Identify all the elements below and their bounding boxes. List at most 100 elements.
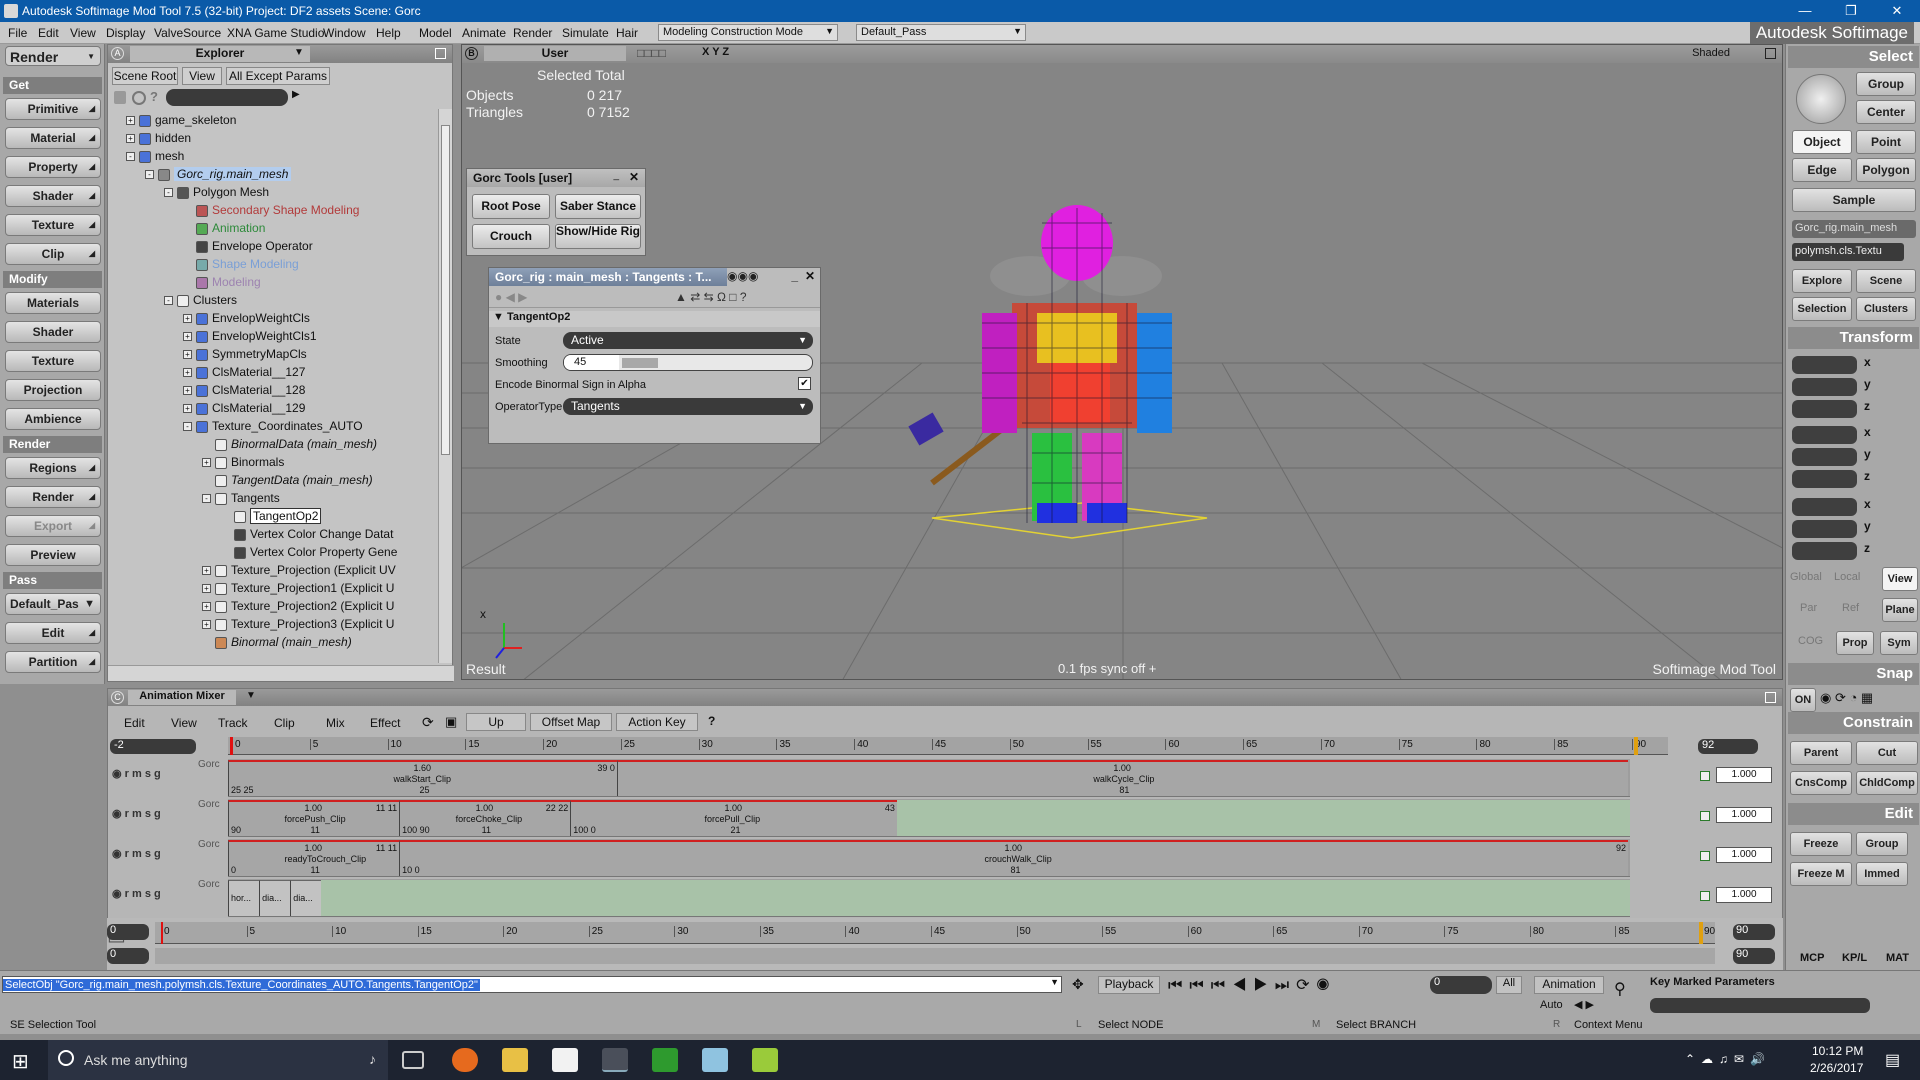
- trans-z-field[interactable]: [1792, 542, 1857, 560]
- point-select-button[interactable]: Point: [1856, 130, 1916, 154]
- plane-button[interactable]: Plane: [1882, 598, 1918, 622]
- refresh-icon[interactable]: ⟳: [422, 714, 434, 731]
- expand-icon[interactable]: +: [183, 350, 192, 360]
- freeze-m-button[interactable]: Freeze M: [1790, 862, 1852, 886]
- track-weight-checkbox[interactable]: [1700, 851, 1710, 861]
- tree-item[interactable]: Binormal (main_mesh): [202, 633, 352, 651]
- prop-button[interactable]: Prop: [1836, 631, 1874, 655]
- current-frame-marker[interactable]: [230, 737, 233, 755]
- timeline-end-field[interactable]: 90: [1733, 924, 1775, 940]
- tray-icons[interactable]: ⌃☁♫✉🔊: [1685, 1052, 1771, 1066]
- partition-button[interactable]: Partition ◢: [5, 651, 101, 673]
- chevron-down-icon[interactable]: ▼: [294, 47, 304, 58]
- store-icon[interactable]: [552, 1048, 578, 1072]
- menu-display[interactable]: Display: [106, 26, 145, 40]
- material-button[interactable]: Material ◢: [5, 127, 101, 149]
- pass-selector[interactable]: Default_Pas ▼: [5, 593, 101, 615]
- keyset-field[interactable]: [1650, 998, 1870, 1013]
- app-icon-notepad[interactable]: [702, 1048, 728, 1072]
- explorer-scrollbar[interactable]: [438, 109, 452, 663]
- operatortype-dropdown[interactable]: Tangents ▼: [563, 398, 813, 415]
- object-select-button[interactable]: Object: [1792, 130, 1852, 154]
- trans-x-field[interactable]: [1792, 498, 1857, 516]
- tree-item[interactable]: TangentOp2: [221, 507, 322, 525]
- root-pose-button[interactable]: Root Pose: [472, 194, 550, 219]
- tree-item[interactable]: + ClsMaterial__129: [183, 399, 305, 417]
- menu-hair[interactable]: Hair: [616, 26, 638, 40]
- tree-item[interactable]: - Polygon Mesh: [164, 183, 269, 201]
- lock-icon[interactable]: [114, 91, 126, 104]
- mixer-track[interactable]: readyToCrouch_Clip 1.00 11 0 11 11 crouchWalk…: [228, 839, 1630, 877]
- expand-icon[interactable]: +: [202, 566, 211, 576]
- scale-x-field[interactable]: [1792, 356, 1857, 374]
- expand-icon[interactable]: +: [183, 332, 192, 342]
- animation-clip[interactable]: walkStart_Clip 1.60 25 25 25 39 0: [228, 760, 617, 796]
- end-frame-marker[interactable]: [1634, 737, 1638, 755]
- selection-button[interactable]: Selection: [1792, 297, 1852, 321]
- rot-y-field[interactable]: [1792, 448, 1857, 466]
- tree-item[interactable]: + hidden: [126, 129, 191, 147]
- explorer-hscrollbar[interactable]: [108, 665, 454, 681]
- timeline-start-field[interactable]: 0: [107, 924, 149, 940]
- polygon-select-button[interactable]: Polygon: [1856, 158, 1916, 182]
- property-button[interactable]: Property ◢: [5, 156, 101, 178]
- mixer-track[interactable]: forcePush_Clip 1.00 11 90 11 11 forceChoke_Cl…: [228, 799, 1630, 837]
- panel-c-icon[interactable]: C: [111, 691, 124, 704]
- tree-item[interactable]: - Clusters: [164, 291, 237, 309]
- track-weight-checkbox[interactable]: [1700, 811, 1710, 821]
- minimize-button[interactable]: —: [1782, 0, 1828, 22]
- menu-help[interactable]: Help: [376, 26, 401, 40]
- collapse-icon[interactable]: -: [164, 188, 173, 198]
- lock-icon[interactable]: ▣: [445, 714, 457, 730]
- tab-kpl[interactable]: KP/L: [1842, 952, 1867, 964]
- track-controls[interactable]: ◉ r m s g: [112, 847, 161, 860]
- menu-view[interactable]: View: [70, 26, 96, 40]
- encode-checkbox[interactable]: ✔: [798, 377, 811, 390]
- tree-item[interactable]: - mesh: [126, 147, 184, 165]
- tree-item[interactable]: Shape Modeling: [183, 255, 299, 273]
- tab-mcp[interactable]: MCP: [1800, 952, 1824, 964]
- materials-button[interactable]: Materials: [5, 292, 101, 314]
- collapse-icon[interactable]: -: [126, 152, 135, 162]
- animation-clip[interactable]: forcePull_Clip 1.00 21 100 0 43: [570, 800, 897, 836]
- rot-z-field[interactable]: [1792, 470, 1857, 488]
- crouch-button[interactable]: Crouch: [472, 224, 550, 249]
- expand-icon[interactable]: +: [183, 314, 192, 324]
- timeline-range-end-field[interactable]: 90: [1733, 948, 1775, 964]
- viewport-b-icon[interactable]: B: [465, 47, 478, 60]
- primitive-button[interactable]: Primitive ◢: [5, 98, 101, 120]
- playback-controls[interactable]: ⏮⏮⏮◀▶⏭⟳◉: [1168, 975, 1336, 995]
- restore-button[interactable]: ❐: [1828, 0, 1874, 22]
- track-empty-area[interactable]: [896, 800, 1630, 836]
- track-weight-field[interactable]: 1.000: [1716, 767, 1772, 783]
- ambience-button[interactable]: Ambience: [5, 408, 101, 430]
- tree-item[interactable]: - Tangents: [202, 489, 280, 507]
- global-button[interactable]: Global: [1790, 571, 1822, 583]
- close-icon[interactable]: ✕: [629, 170, 639, 184]
- timeline-ruler[interactable]: 0 5 10 15 20 25 30 35 40 45 50 55 60 65 70 75 80 85 90: [155, 922, 1715, 944]
- parent-button[interactable]: Parent: [1790, 741, 1852, 765]
- tree-item[interactable]: + Binormals: [202, 453, 284, 471]
- sample-select-button[interactable]: Sample: [1792, 188, 1916, 212]
- menu-valvesource[interactable]: ValveSource: [154, 26, 221, 40]
- animation-clip[interactable]: readyToCrouch_Clip 1.00 11 0 11 11: [228, 840, 400, 876]
- tree-item[interactable]: + ClsMaterial__128: [183, 381, 305, 399]
- playback-button[interactable]: Playback: [1098, 976, 1160, 994]
- command-line[interactable]: SelectObj "Gorc_rig.main_mesh.polymsh.cl…: [2, 976, 1062, 993]
- search-box[interactable]: Ask me anything ♪: [48, 1040, 388, 1080]
- auto-button[interactable]: Auto: [1540, 999, 1563, 1011]
- menu-window[interactable]: Window: [323, 26, 366, 40]
- mixer-menu-edit[interactable]: Edit: [124, 716, 145, 730]
- firefox-icon[interactable]: [452, 1048, 478, 1072]
- shading-menu[interactable]: Shaded: [1692, 47, 1730, 59]
- filter-button[interactable]: All Except Params: [226, 67, 330, 85]
- expand-icon[interactable]: +: [183, 404, 192, 414]
- track-weight-field[interactable]: 1.000: [1716, 847, 1772, 863]
- help-icon[interactable]: ?: [150, 89, 158, 104]
- frame-field[interactable]: 0: [1430, 976, 1492, 994]
- tree-item[interactable]: + Texture_Projection1 (Explicit U: [202, 579, 394, 597]
- mixer-menu-track[interactable]: Track: [218, 716, 248, 730]
- expand-icon[interactable]: +: [126, 116, 135, 126]
- mixer-menu-clip[interactable]: Clip: [274, 716, 295, 730]
- track-controls[interactable]: ◉ r m s g: [112, 887, 161, 900]
